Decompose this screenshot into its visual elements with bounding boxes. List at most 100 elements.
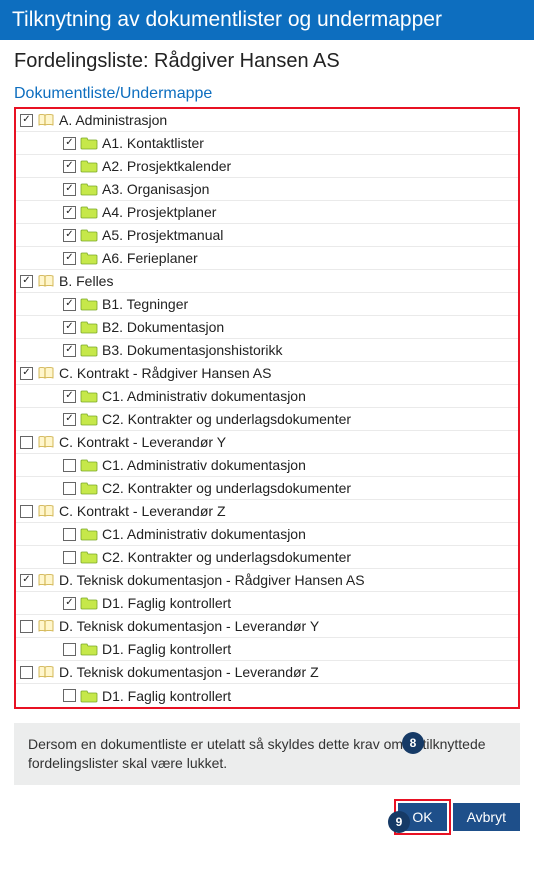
tree-item-label: C. Kontrakt - Rådgiver Hansen AS (59, 365, 271, 381)
folder-icon (80, 550, 98, 564)
checkbox[interactable] (63, 252, 76, 265)
checkbox[interactable] (20, 275, 33, 288)
checkbox[interactable] (20, 367, 33, 380)
checkbox[interactable] (63, 321, 76, 334)
tree-row[interactable]: A1. Kontaktlister (16, 132, 518, 155)
tree-row[interactable]: A4. Prosjektplaner (16, 201, 518, 224)
folder-icon (80, 228, 98, 242)
checkbox[interactable] (63, 459, 76, 472)
tree-item-label: B1. Tegninger (102, 296, 188, 312)
checkbox[interactable] (63, 689, 76, 702)
checkbox[interactable] (63, 551, 76, 564)
folder-icon (80, 642, 98, 656)
checkbox[interactable] (63, 183, 76, 196)
checkbox[interactable] (20, 505, 33, 518)
folder-icon (80, 320, 98, 334)
tree-item-label: D1. Faglig kontrollert (102, 641, 231, 657)
folder-icon (80, 205, 98, 219)
checkbox[interactable] (63, 137, 76, 150)
tree-row[interactable]: A3. Organisasjon (16, 178, 518, 201)
book-icon (37, 274, 55, 288)
tree-row[interactable]: D1. Faglig kontrollert (16, 638, 518, 661)
info-text: Dersom en dokumentliste er utelatt så sk… (14, 723, 520, 785)
tree-row[interactable]: C. Kontrakt - Rådgiver Hansen AS (16, 362, 518, 385)
tree-row[interactable]: A5. Prosjektmanual (16, 224, 518, 247)
checkbox[interactable] (20, 114, 33, 127)
tree-row[interactable]: D. Teknisk dokumentasjon - Leverandør Z (16, 661, 518, 684)
tree-item-label: A4. Prosjektplaner (102, 204, 216, 220)
tree-row[interactable]: A. Administrasjon (16, 109, 518, 132)
folder-icon (80, 343, 98, 357)
tree-row[interactable]: D1. Faglig kontrollert (16, 684, 518, 707)
tree-item-label: C2. Kontrakter og underlagsdokumenter (102, 411, 351, 427)
annotation-badge-9: 9 (388, 811, 410, 833)
tree-item-label: C1. Administrativ dokumentasjon (102, 526, 306, 542)
checkbox[interactable] (20, 574, 33, 587)
checkbox[interactable] (63, 229, 76, 242)
tree-row[interactable]: C. Kontrakt - Leverandør Y (16, 431, 518, 454)
tree-item-label: A1. Kontaktlister (102, 135, 204, 151)
tree-item-label: C1. Administrativ dokumentasjon (102, 457, 306, 473)
tree-item-label: C. Kontrakt - Leverandør Z (59, 503, 226, 519)
folder-icon (80, 481, 98, 495)
tree-row[interactable]: B3. Dokumentasjonshistorikk (16, 339, 518, 362)
checkbox[interactable] (63, 413, 76, 426)
tree-item-label: B3. Dokumentasjonshistorikk (102, 342, 283, 358)
tree-row[interactable]: A6. Ferieplaner (16, 247, 518, 270)
tree-item-label: D. Teknisk dokumentasjon - Leverandør Y (59, 618, 319, 634)
checkbox[interactable] (63, 206, 76, 219)
tree-row[interactable]: C1. Administrativ dokumentasjon (16, 385, 518, 408)
tree-row[interactable]: C2. Kontrakter og underlagsdokumenter (16, 546, 518, 569)
tree-item-label: B. Felles (59, 273, 113, 289)
tree-panel: A. Administrasjon A1. Kontaktlister A2. Pr… (14, 107, 520, 709)
tree-item-label: C1. Administrativ dokumentasjon (102, 388, 306, 404)
checkbox[interactable] (63, 528, 76, 541)
folder-icon (80, 458, 98, 472)
checkbox[interactable] (63, 160, 76, 173)
tree-row[interactable]: A2. Prosjektkalender (16, 155, 518, 178)
tree-item-label: C2. Kontrakter og underlagsdokumenter (102, 480, 351, 496)
checkbox[interactable] (63, 344, 76, 357)
tree-row[interactable]: C1. Administrativ dokumentasjon (16, 523, 518, 546)
folder-icon (80, 159, 98, 173)
tree-item-label: C2. Kontrakter og underlagsdokumenter (102, 549, 351, 565)
cancel-button[interactable]: Avbryt (453, 803, 520, 831)
checkbox[interactable] (63, 482, 76, 495)
book-icon (37, 435, 55, 449)
tree-item-label: A3. Organisasjon (102, 181, 209, 197)
tree-item-label: D1. Faglig kontrollert (102, 688, 231, 704)
checkbox[interactable] (63, 390, 76, 403)
tree-row[interactable]: D1. Faglig kontrollert (16, 592, 518, 615)
folder-icon (80, 251, 98, 265)
folder-icon (80, 297, 98, 311)
section-title: Dokumentliste/Undermappe (0, 85, 534, 107)
tree-row[interactable]: C1. Administrativ dokumentasjon (16, 454, 518, 477)
folder-icon (80, 527, 98, 541)
checkbox[interactable] (20, 620, 33, 633)
checkbox[interactable] (63, 597, 76, 610)
checkbox[interactable] (63, 643, 76, 656)
tree-item-label: C. Kontrakt - Leverandør Y (59, 434, 226, 450)
tree-item-label: A5. Prosjektmanual (102, 227, 223, 243)
sub-title: Fordelingsliste: Rådgiver Hansen AS (0, 40, 534, 85)
page-title: Tilknytning av dokumentlister og underma… (0, 0, 534, 40)
tree-row[interactable]: C2. Kontrakter og underlagsdokumenter (16, 477, 518, 500)
tree-item-label: D. Teknisk dokumentasjon - Leverandør Z (59, 664, 319, 680)
tree-row[interactable]: D. Teknisk dokumentasjon - Rådgiver Hans… (16, 569, 518, 592)
book-icon (37, 113, 55, 127)
checkbox[interactable] (63, 298, 76, 311)
checkbox[interactable] (20, 666, 33, 679)
folder-icon (80, 412, 98, 426)
tree-row[interactable]: C. Kontrakt - Leverandør Z (16, 500, 518, 523)
tree-row[interactable]: D. Teknisk dokumentasjon - Leverandør Y (16, 615, 518, 638)
book-icon (37, 504, 55, 518)
tree-row[interactable]: C2. Kontrakter og underlagsdokumenter (16, 408, 518, 431)
checkbox[interactable] (20, 436, 33, 449)
tree-row[interactable]: B2. Dokumentasjon (16, 316, 518, 339)
tree-item-label: A2. Prosjektkalender (102, 158, 231, 174)
tree-row[interactable]: B1. Tegninger (16, 293, 518, 316)
book-icon (37, 665, 55, 679)
tree-item-label: D1. Faglig kontrollert (102, 595, 231, 611)
tree-row[interactable]: B. Felles (16, 270, 518, 293)
tree-item-label: A. Administrasjon (59, 112, 167, 128)
